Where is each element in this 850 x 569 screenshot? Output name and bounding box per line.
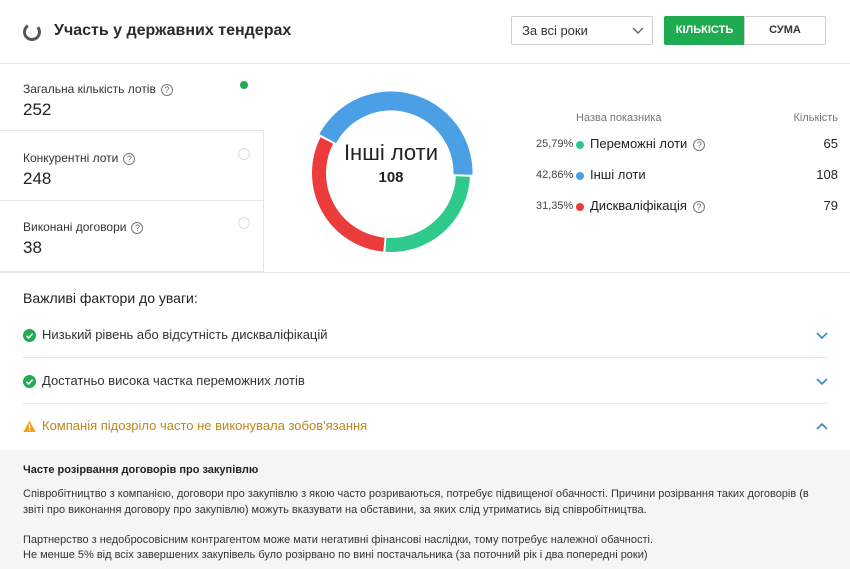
legend-color-dot <box>576 172 584 180</box>
factor-text: Компанія підозріло часто не виконувала з… <box>42 418 368 433</box>
details-paragraph: Партнерство з недобросовісним контрагент… <box>23 534 654 546</box>
legend-label: Інші лоти <box>590 167 646 182</box>
legend-color-dot <box>576 141 584 149</box>
legend-row-other-lots[interactable]: 42,86% Інші лоти 108 <box>0 166 850 186</box>
warning-icon <box>23 420 36 432</box>
legend-color-dot <box>576 203 584 211</box>
chevron-down-icon[interactable] <box>816 331 828 340</box>
details-title: Часте розірвання договорів про закупівлю <box>23 464 259 476</box>
legend-header-name: Назва показника <box>576 112 662 124</box>
details-paragraph: Не менше 5% від всіх завершених закупіве… <box>23 549 648 561</box>
help-icon[interactable]: ? <box>131 222 144 234</box>
factor-details-panel: Часте розірвання договорів про закупівлю… <box>0 450 850 569</box>
stat-card-value: 38 <box>23 238 42 257</box>
divider <box>23 357 828 358</box>
check-circle-icon <box>23 375 36 388</box>
stat-card-total-lots[interactable]: Загальна кількість лотів? 252 <box>0 65 264 131</box>
factor-item-disqualification[interactable]: Низький рівень або відсутність дискваліф… <box>23 313 828 358</box>
legend-percent: 42,86% <box>536 169 574 181</box>
legend-label: Дискваліфікація? <box>590 198 705 213</box>
factor-text: Достатньо висока частка переможних лотів <box>42 373 305 388</box>
stat-card-label: Загальна кількість лотів? <box>23 82 173 96</box>
factor-item-obligations[interactable]: Компанія підозріло часто не виконувала з… <box>23 404 828 449</box>
legend-row-disqualification[interactable]: 31,35% Дискваліфікація? 79 <box>0 197 850 217</box>
chevron-up-icon[interactable] <box>816 422 828 431</box>
legend-percent: 25,79% <box>536 138 574 150</box>
factor-text: Низький рівень або відсутність дискваліф… <box>42 327 328 342</box>
period-select-value: За всі роки <box>522 23 588 38</box>
section-header: Участь у державних тендерах За всі роки … <box>0 0 850 64</box>
legend-percent: 31,35% <box>536 200 574 212</box>
divider <box>0 272 850 273</box>
section-title: Участь у державних тендерах <box>54 22 292 39</box>
legend-value: 65 <box>823 136 838 151</box>
factor-item-winning-share[interactable]: Достатньо висока частка переможних лотів <box>23 359 828 404</box>
factors-title: Важливі фактори до уваги: <box>23 290 198 306</box>
legend-row-winning-lots[interactable]: 25,79% Переможні лоти? 65 <box>0 135 850 155</box>
sum-toggle-button[interactable]: СУМА <box>744 16 826 45</box>
help-icon[interactable]: ? <box>160 84 173 96</box>
stat-card-value: 252 <box>23 100 52 119</box>
legend-header-count: Кількість <box>793 112 838 124</box>
chevron-down-icon <box>632 27 644 34</box>
period-select[interactable]: За всі роки <box>511 16 653 45</box>
help-icon[interactable]: ? <box>692 201 705 213</box>
selected-indicator-icon <box>240 81 248 89</box>
stat-card-label: Виконані договори? <box>23 220 144 234</box>
legend-value: 108 <box>816 167 838 182</box>
help-icon[interactable]: ? <box>693 139 706 151</box>
check-circle-icon <box>23 329 36 342</box>
details-paragraph: Співробітництво з компанією, договори пр… <box>23 488 809 516</box>
count-toggle-button[interactable]: КІЛЬКІСТЬ <box>664 16 745 45</box>
loading-ring-icon <box>23 23 41 41</box>
chevron-down-icon[interactable] <box>816 377 828 386</box>
legend-label: Переможні лоти? <box>590 136 706 151</box>
legend-value: 79 <box>823 198 838 213</box>
radio-indicator-icon <box>238 217 250 229</box>
